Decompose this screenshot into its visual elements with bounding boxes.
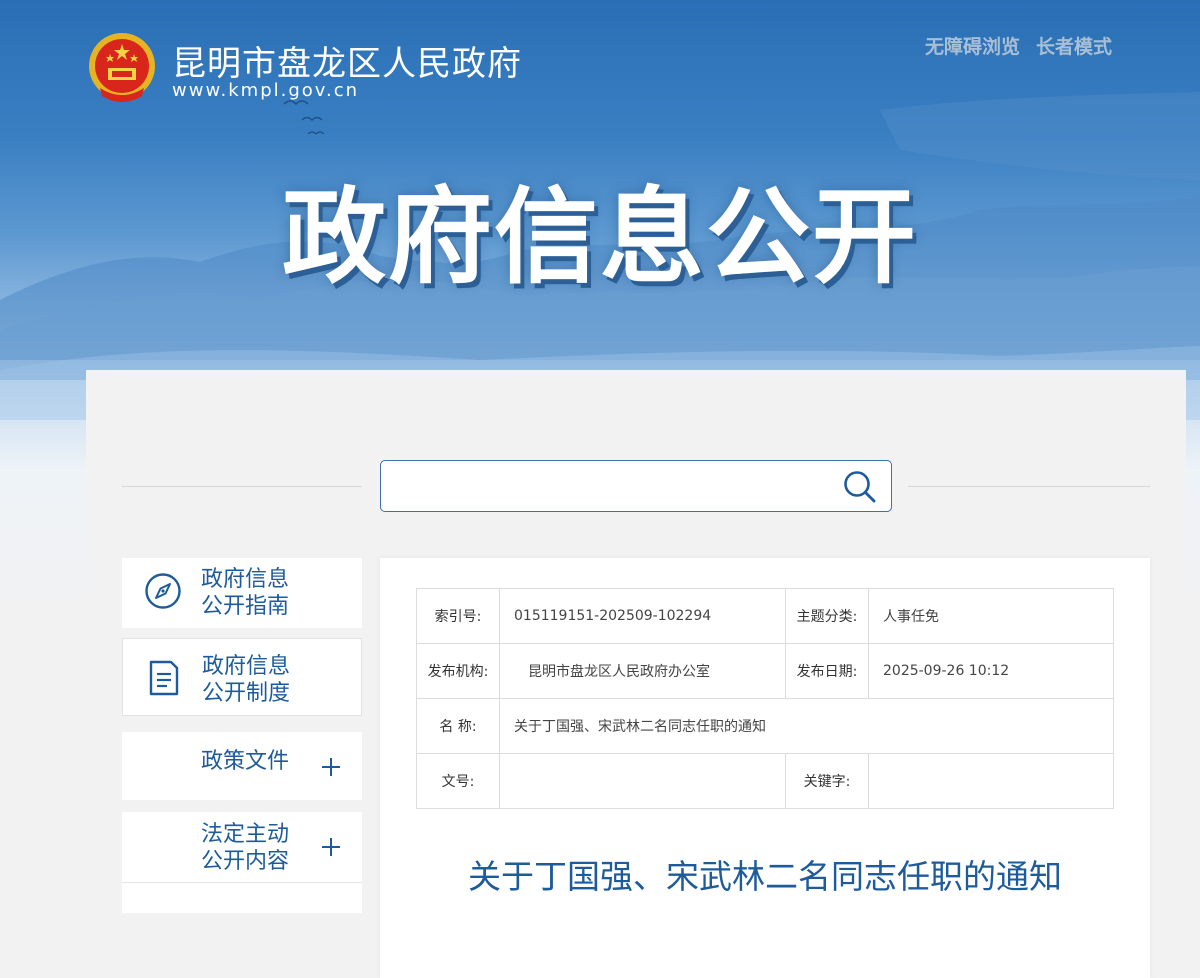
publisher-value: 昆明市盘龙区人民政府办公室 xyxy=(499,643,786,699)
document-meta-table: 索引号: 015119151-202509-102294 主题分类: 人事任免 … xyxy=(416,588,1114,809)
table-row: 名 称: 关于丁国强、宋武林二名同志任职的通知 xyxy=(416,698,1114,754)
sidebar-item-next[interactable] xyxy=(122,882,362,913)
index-value: 015119151-202509-102294 xyxy=(499,588,786,644)
sidebar-item-system[interactable]: 政府信息 公开制度 xyxy=(122,638,362,716)
table-row: 索引号: 015119151-202509-102294 主题分类: 人事任免 xyxy=(416,588,1114,644)
compass-icon xyxy=(145,573,181,609)
sidebar-item-guide[interactable]: 政府信息 公开指南 xyxy=(122,558,362,628)
document-icon xyxy=(149,660,179,696)
sidebar-label-line1: 政府信息 xyxy=(202,654,291,679)
search-divider-left xyxy=(122,486,362,487)
search-input[interactable] xyxy=(393,471,827,501)
sidebar-label-line2: 公开指南 xyxy=(201,594,290,619)
topic-value: 人事任免 xyxy=(868,588,1114,644)
index-key: 索引号: xyxy=(416,588,500,644)
top-links: 无障碍浏览 长者模式 xyxy=(925,32,1112,59)
plus-icon[interactable] xyxy=(320,836,342,858)
sidebar-item-label: 政府信息 公开制度 xyxy=(202,653,290,707)
sidebar-item-label: 政府信息 公开指南 xyxy=(201,566,289,620)
sidebar-item-label: 政策文件 xyxy=(201,748,289,775)
search-icon[interactable] xyxy=(843,470,877,504)
docno-key: 文号: xyxy=(416,753,500,809)
topic-key: 主题分类: xyxy=(785,588,869,644)
sidebar-label-line1: 政府信息 xyxy=(201,567,290,592)
hero-title: 政府信息公开 xyxy=(281,176,918,298)
plus-icon[interactable] xyxy=(320,756,342,778)
sidebar-label-line1: 法定主动 xyxy=(201,822,290,847)
national-emblem-icon xyxy=(89,33,155,102)
sidebar-label-line2: 公开制度 xyxy=(202,681,291,706)
sidebar-item-label: 法定主动 公开内容 xyxy=(201,821,289,875)
table-row: 文号: 关键字: xyxy=(416,753,1114,809)
site-url: www.kmpl.gov.cn xyxy=(172,80,360,101)
elder-mode-link[interactable]: 长者模式 xyxy=(1036,32,1112,59)
sidebar-label-line1: 政策文件 xyxy=(201,749,290,774)
date-value: 2025-09-26 10:12 xyxy=(868,643,1114,699)
date-key: 发布日期: xyxy=(785,643,869,699)
accessibility-link[interactable]: 无障碍浏览 xyxy=(925,32,1020,59)
keyword-value xyxy=(868,753,1114,809)
main-panel: 政府信息 公开指南 政府信息 公开制度 政策文件 法定主动 公开内容 索引号: … xyxy=(86,370,1186,978)
keyword-key: 关键字: xyxy=(785,753,869,809)
sidebar-item-statutory[interactable]: 法定主动 公开内容 xyxy=(122,812,362,882)
sidebar-item-policy[interactable]: 政策文件 xyxy=(122,732,362,800)
sidebar-label-line2: 公开内容 xyxy=(201,849,290,874)
document-title: 关于丁国强、宋武林二名同志任职的通知 xyxy=(468,857,1062,896)
content-card: 索引号: 015119151-202509-102294 主题分类: 人事任免 … xyxy=(380,558,1150,978)
table-row: 发布机构: 昆明市盘龙区人民政府办公室 发布日期: 2025-09-26 10:… xyxy=(416,643,1114,699)
search-divider-right xyxy=(908,486,1150,487)
docno-value xyxy=(499,753,786,809)
name-value: 关于丁国强、宋武林二名同志任职的通知 xyxy=(499,698,1114,754)
name-key: 名 称: xyxy=(416,698,500,754)
search-box xyxy=(380,460,892,512)
publisher-key: 发布机构: xyxy=(416,643,500,699)
site-name: 昆明市盘龙区人民政府 xyxy=(172,44,522,84)
